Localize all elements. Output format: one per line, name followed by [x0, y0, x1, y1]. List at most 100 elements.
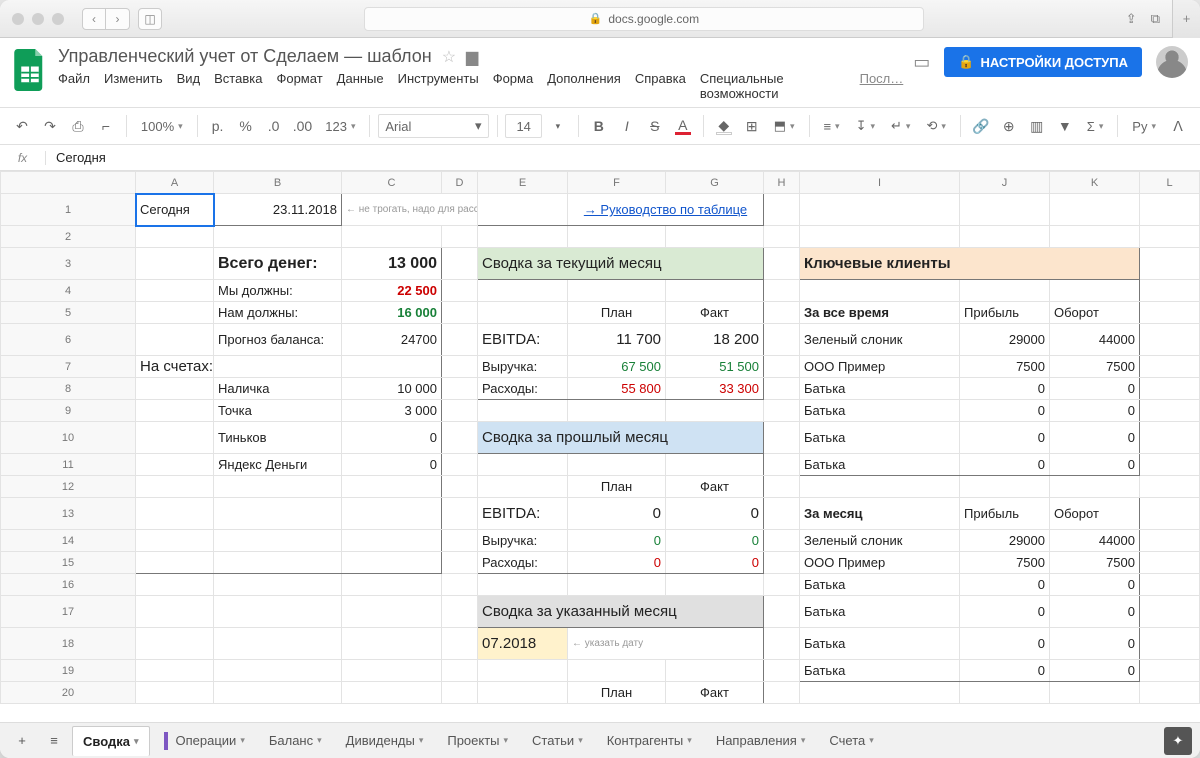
star-icon[interactable]: ☆ [442, 47, 456, 67]
sheet-tab[interactable]: Сводка▾ [72, 726, 150, 756]
cell[interactable]: Батька [800, 596, 960, 628]
cell[interactable]: За месяц [800, 498, 960, 530]
print-button[interactable]: ⎙ [66, 113, 90, 139]
row-header[interactable]: 10 [1, 422, 136, 454]
text-color-button[interactable]: A [671, 113, 695, 139]
cell[interactable]: Прибыль [960, 302, 1050, 324]
sheet-tab[interactable]: Счета▾ [819, 726, 883, 756]
cell[interactable]: 33 300 [666, 378, 764, 400]
vertical-align-button[interactable]: ↧▾ [850, 118, 881, 134]
cell[interactable]: Нам должны: [214, 302, 342, 324]
cell[interactable]: 0 [342, 422, 442, 454]
cell[interactable]: 0 [568, 498, 666, 530]
cell[interactable]: 44000 [1050, 530, 1140, 552]
horizontal-align-button[interactable]: ≡▾ [817, 119, 845, 134]
insert-link-button[interactable]: 🔗 [969, 113, 993, 139]
row-header[interactable]: 6 [1, 324, 136, 356]
cell[interactable]: 07.2018 [478, 628, 568, 660]
cell[interactable]: Батька [800, 660, 960, 682]
cell[interactable]: План [568, 682, 666, 704]
currency-format-button[interactable]: р. [206, 113, 230, 139]
cell[interactable]: Наличка [214, 378, 342, 400]
col-header[interactable]: I [800, 172, 960, 194]
col-header[interactable]: D [442, 172, 478, 194]
sheet-tab[interactable]: Контрагенты▾ [597, 726, 702, 756]
menu-last-edit[interactable]: Посл… [860, 71, 904, 101]
cell[interactable]: 0 [960, 422, 1050, 454]
row-header[interactable]: 11 [1, 454, 136, 476]
row-header[interactable]: 17 [1, 596, 136, 628]
sheet-tab[interactable]: Операции▾ [154, 726, 255, 756]
menu-accessibility[interactable]: Специальные возможности [700, 71, 846, 101]
bold-button[interactable]: B [587, 113, 611, 139]
cell[interactable]: 29000 [960, 324, 1050, 356]
cell[interactable]: Зеленый слоник [800, 530, 960, 552]
cell[interactable]: 22 500 [342, 280, 442, 302]
cell[interactable]: 18 200 [666, 324, 764, 356]
tabs-icon[interactable]: ⧉ [1151, 11, 1160, 27]
col-header[interactable]: J [960, 172, 1050, 194]
cell[interactable]: 0 [960, 628, 1050, 660]
new-tab-button[interactable]: + [1172, 0, 1200, 38]
cell[interactable]: Всего денег: [214, 248, 342, 280]
cell[interactable]: 0 [1050, 628, 1140, 660]
menu-addons[interactable]: Дополнения [547, 71, 621, 101]
cell[interactable]: 7500 [960, 356, 1050, 378]
row-header[interactable]: 13 [1, 498, 136, 530]
cell[interactable]: 0 [960, 574, 1050, 596]
cell[interactable]: Расходы: [478, 552, 568, 574]
close-window-icon[interactable] [12, 13, 24, 25]
row-header[interactable]: 18 [1, 628, 136, 660]
sheet-tab[interactable]: Статьи▾ [522, 726, 593, 756]
cell[interactable]: 0 [568, 530, 666, 552]
share-button[interactable]: 🔒 НАСТРОЙКИ ДОСТУПА [944, 47, 1142, 77]
menu-edit[interactable]: Изменить [104, 71, 163, 101]
menu-data[interactable]: Данные [337, 71, 384, 101]
cell[interactable]: 23.11.2018 [214, 194, 342, 226]
cell[interactable]: 0 [1050, 596, 1140, 628]
cell[interactable]: Оборот [1050, 498, 1140, 530]
cell[interactable]: 24700 [342, 324, 442, 356]
cell[interactable]: Батька [800, 400, 960, 422]
cell[interactable]: 0 [1050, 660, 1140, 682]
row-header[interactable]: 16 [1, 574, 136, 596]
guide-link[interactable]: → Руководство по таблице [568, 194, 764, 226]
fill-color-button[interactable]: ◆ [712, 113, 736, 139]
input-tools-button[interactable]: Ру▾ [1126, 119, 1162, 134]
text-rotation-button[interactable]: ⟲▾ [920, 118, 951, 134]
comments-icon[interactable]: ▭ [913, 52, 930, 73]
merge-cells-button[interactable]: ⬒▾ [768, 118, 801, 134]
text-wrap-button[interactable]: ↵▾ [885, 118, 916, 134]
forward-button[interactable]: › [106, 8, 130, 30]
cell[interactable]: План [568, 476, 666, 498]
row-header[interactable]: 4 [1, 280, 136, 302]
row-header[interactable]: 14 [1, 530, 136, 552]
col-header[interactable]: B [214, 172, 342, 194]
formula-input[interactable]: Сегодня [46, 150, 1200, 165]
cell[interactable]: 51 500 [666, 356, 764, 378]
functions-button[interactable]: Σ▾ [1081, 119, 1110, 134]
cell[interactable]: Зеленый слоник [800, 324, 960, 356]
cell[interactable]: На счетах: [136, 356, 214, 378]
spreadsheet-grid[interactable]: A B C D E F G H I J K L 1 Сегодня 23.11.… [0, 171, 1200, 722]
cell[interactable]: 0 [960, 454, 1050, 476]
cell[interactable]: 0 [1050, 378, 1140, 400]
cell[interactable]: Выручка: [478, 530, 568, 552]
cell[interactable]: Выручка: [478, 356, 568, 378]
minimize-window-icon[interactable] [32, 13, 44, 25]
font-select[interactable]: Arial▾ [378, 114, 488, 138]
section-header[interactable]: Ключевые клиенты [800, 248, 1140, 280]
cell[interactable]: ← указать дату [568, 628, 764, 660]
row-header[interactable]: 20 [1, 682, 136, 704]
explore-button[interactable]: ✦ [1164, 727, 1192, 755]
add-sheet-button[interactable]: + [8, 727, 36, 755]
row-header[interactable]: 3 [1, 248, 136, 280]
row-header[interactable]: 19 [1, 660, 136, 682]
cell[interactable]: 10 000 [342, 378, 442, 400]
cell[interactable]: ← не трогать, надо для рассчетов [342, 194, 478, 226]
borders-button[interactable]: ⊞ [740, 113, 764, 139]
sheet-tab[interactable]: Проекты▾ [437, 726, 518, 756]
cell[interactable]: Прибыль [960, 498, 1050, 530]
percent-format-button[interactable]: % [234, 113, 258, 139]
cell[interactable]: EBITDA: [478, 498, 568, 530]
